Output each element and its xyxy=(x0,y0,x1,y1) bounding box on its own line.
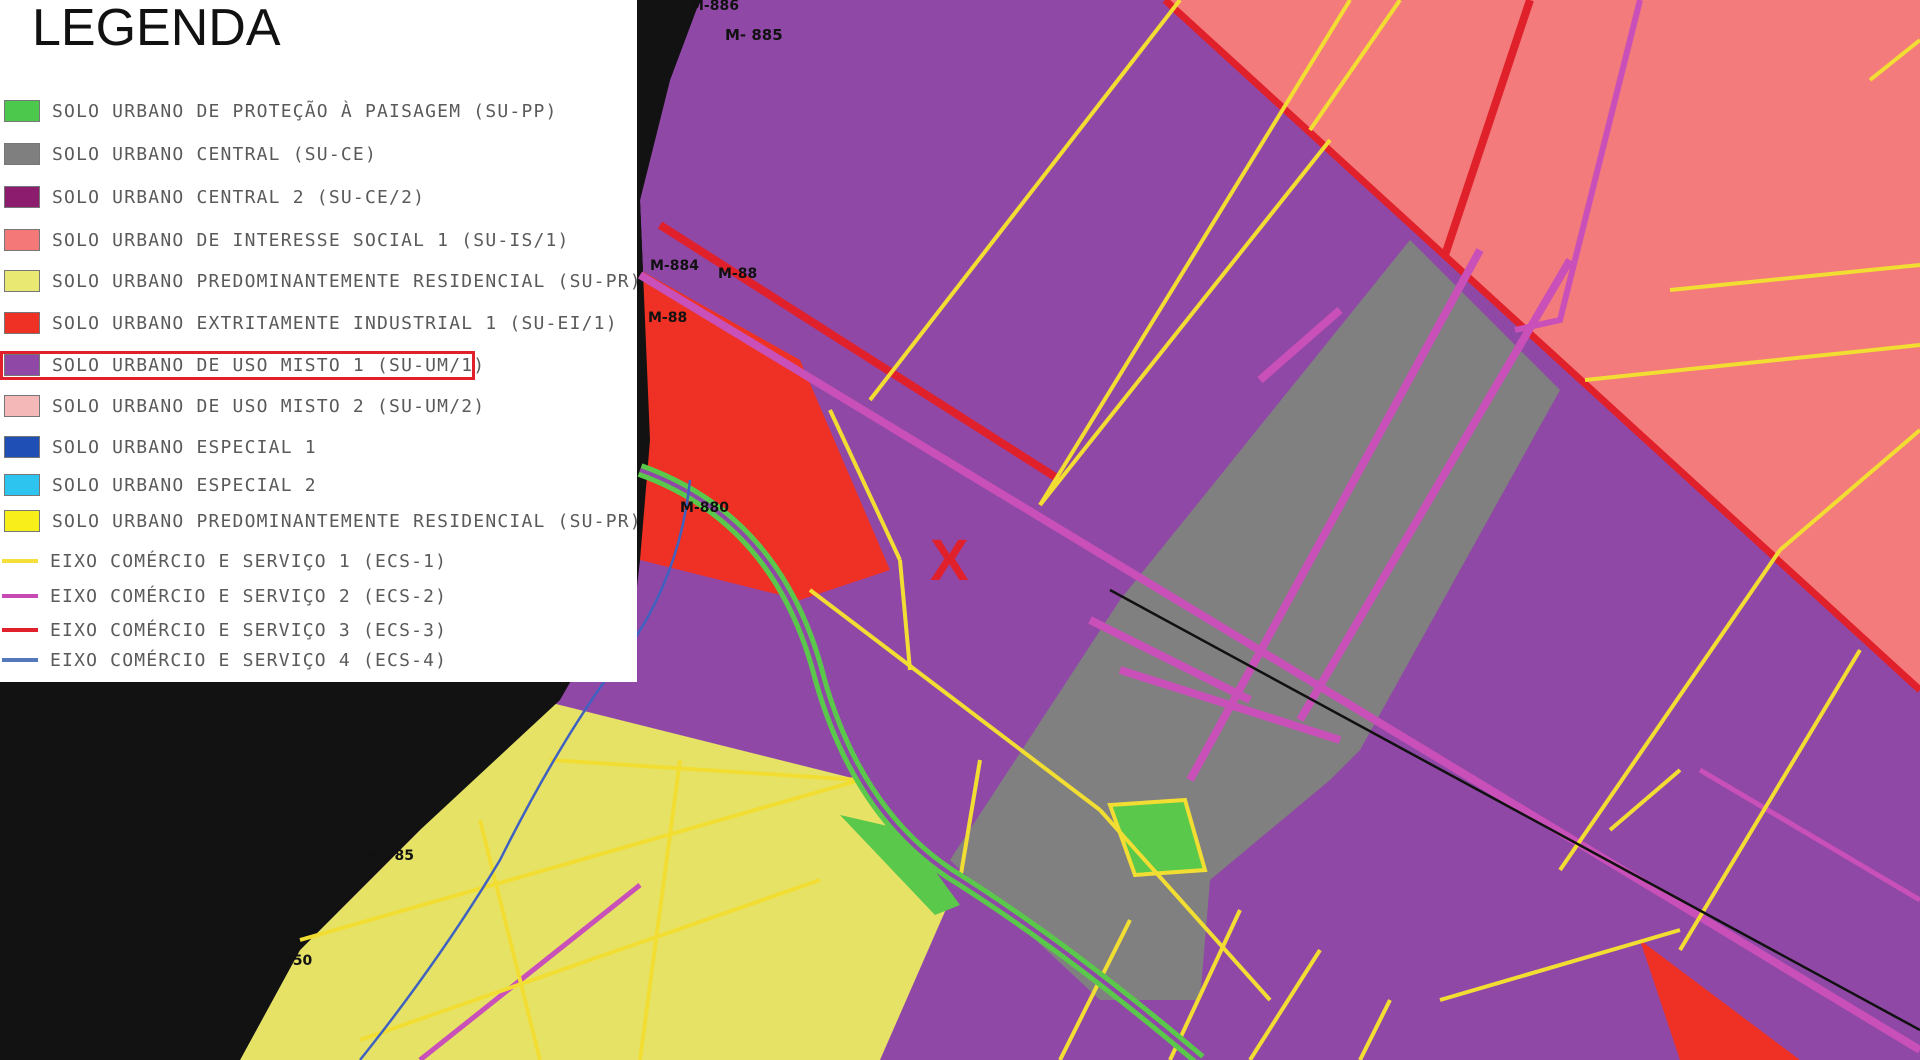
legend-item: SOLO URBANO DE PROTEÇÃO À PAISAGEM (SU-P… xyxy=(0,96,558,126)
legend-label: SOLO URBANO CENTRAL 2 (SU-CE/2) xyxy=(52,186,426,208)
legend-item: EIXO COMÉRCIO E SERVIÇO 3 (ECS-3) xyxy=(0,615,447,645)
legend-item: SOLO URBANO DE INTERESSE SOCIAL 1 (SU-IS… xyxy=(0,225,570,255)
legend-swatch xyxy=(4,395,40,417)
legend-swatch xyxy=(4,510,40,532)
legend-item: EIXO COMÉRCIO E SERVIÇO 2 (ECS-2) xyxy=(0,581,447,611)
legend-swatch xyxy=(4,143,40,165)
legend-label: EIXO COMÉRCIO E SERVIÇO 4 (ECS-4) xyxy=(50,649,448,671)
contour-label: 750 xyxy=(283,953,312,969)
legend-label: SOLO URBANO CENTRAL (SU-CE) xyxy=(52,143,377,165)
legend-line-swatch xyxy=(2,594,38,598)
legend-highlight-box xyxy=(0,351,475,380)
contour-label: M- 885 xyxy=(725,26,783,44)
contour-label: M-88 xyxy=(648,310,687,326)
legend-label: SOLO URBANO PREDOMINANTEMENTE RESIDENCIA… xyxy=(52,510,642,532)
legend-swatch xyxy=(4,436,40,458)
legend-swatch xyxy=(4,312,40,334)
legend-panel: LEGENDA SOLO URBANO DE PROTEÇÃO À PAISAG… xyxy=(0,0,641,682)
legend-swatch xyxy=(4,186,40,208)
legend-label: SOLO URBANO DE PROTEÇÃO À PAISAGEM (SU-P… xyxy=(52,100,558,122)
legend-label: SOLO URBANO ESPECIAL 2 xyxy=(52,474,317,496)
contour-label: M-880 xyxy=(680,500,729,516)
contour-label: M-886 xyxy=(690,0,739,14)
legend-item: SOLO URBANO ESPECIAL 1 xyxy=(0,432,317,462)
legend-item: SOLO URBANO EXTRITAMENTE INDUSTRIAL 1 (S… xyxy=(0,308,618,338)
contour-label: M-785 xyxy=(365,848,414,864)
legend-label: SOLO URBANO ESPECIAL 1 xyxy=(52,436,317,458)
legend-swatch xyxy=(4,474,40,496)
legend-item: EIXO COMÉRCIO E SERVIÇO 1 (ECS-1) xyxy=(0,546,447,576)
legend-swatch xyxy=(4,229,40,251)
legend-line-swatch xyxy=(2,628,38,632)
legend-item: SOLO URBANO PREDOMINANTEMENTE RESIDENCIA… xyxy=(0,266,642,296)
legend-label: SOLO URBANO PREDOMINANTEMENTE RESIDENCIA… xyxy=(52,270,642,292)
legend-title: LEGENDA xyxy=(32,0,281,57)
legend-label: EIXO COMÉRCIO E SERVIÇO 2 (ECS-2) xyxy=(50,585,448,607)
legend-swatch xyxy=(4,100,40,122)
legend-item: SOLO URBANO CENTRAL 2 (SU-CE/2) xyxy=(0,182,425,212)
legend-item: SOLO URBANO PREDOMINANTEMENTE RESIDENCIA… xyxy=(0,506,642,536)
legend-label: SOLO URBANO DE INTERESSE SOCIAL 1 (SU-IS… xyxy=(52,229,570,251)
legend-label: EIXO COMÉRCIO E SERVIÇO 1 (ECS-1) xyxy=(50,550,448,572)
legend-item: EIXO COMÉRCIO E SERVIÇO 4 (ECS-4) xyxy=(0,645,447,675)
contour-label: M-88 xyxy=(718,266,757,282)
legend-label: SOLO URBANO EXTRITAMENTE INDUSTRIAL 1 (S… xyxy=(52,312,618,334)
legend-item: SOLO URBANO CENTRAL (SU-CE) xyxy=(0,139,377,169)
legend-item: SOLO URBANO DE USO MISTO 2 (SU-UM/2) xyxy=(0,391,485,421)
legend-swatch xyxy=(4,270,40,292)
site-marker: X xyxy=(930,528,969,593)
legend-label: EIXO COMÉRCIO E SERVIÇO 3 (ECS-3) xyxy=(50,619,448,641)
legend-label: SOLO URBANO DE USO MISTO 2 (SU-UM/2) xyxy=(52,395,486,417)
legend-line-swatch xyxy=(2,658,38,662)
contour-label: M-884 xyxy=(650,258,699,274)
contour-label: 820 xyxy=(478,731,505,746)
legend-item: SOLO URBANO ESPECIAL 2 xyxy=(0,470,317,500)
legend-line-swatch xyxy=(2,559,38,563)
